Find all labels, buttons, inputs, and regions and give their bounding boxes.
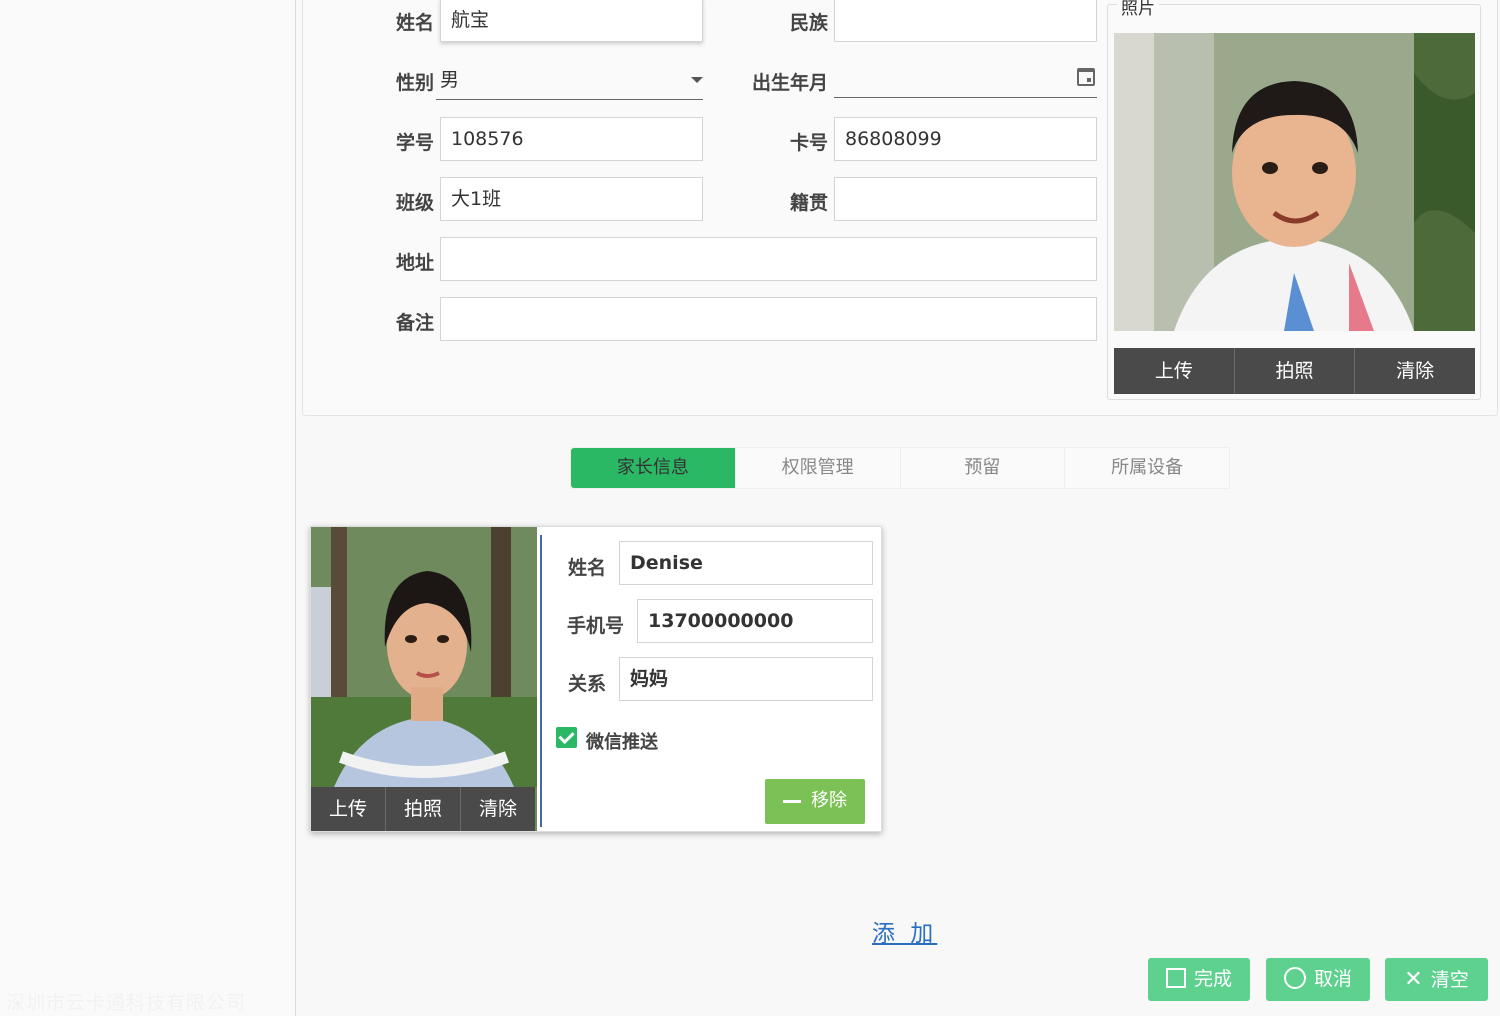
address-input[interactable] [440,237,1097,281]
birth-date-picker[interactable] [834,58,1097,98]
student-no-input[interactable]: 108576 [440,117,703,161]
parent-photo-button-bar: 上传 拍照 清除 [311,787,535,831]
parent-phone-input[interactable]: 13700000000 [637,599,873,643]
ethnicity-label: 民族 [789,12,828,34]
class-label: 班级 [395,192,434,214]
done-button[interactable]: 完成 [1148,958,1250,1001]
cancel-label: 取消 [1313,968,1352,990]
card-no-label: 卡号 [789,132,828,154]
parent-take-photo-button[interactable]: 拍照 [386,787,461,831]
tab-parent-info[interactable]: 家长信息 [571,448,736,488]
remark-label: 备注 [395,312,434,334]
remove-label: 移除 [811,790,847,811]
parent-upload-button[interactable]: 上传 [311,787,386,831]
add-parent-link[interactable]: 添 加 [872,914,937,948]
student-photo [1114,33,1475,331]
photo-legend: 照片 [1117,0,1159,19]
cancel-button[interactable]: 取消 [1266,958,1370,1001]
parent-name-label: 姓名 [567,557,606,579]
watermark: 深圳市云卡通科技有限公司 [6,992,247,1014]
class-input[interactable]: 大1班 [440,177,703,221]
remove-parent-button[interactable]: 移除 [765,779,865,824]
clear-label: 清空 [1430,969,1469,991]
done-label: 完成 [1193,968,1232,990]
upload-photo-button[interactable]: 上传 [1114,348,1235,394]
card-no-input[interactable]: 86808099 [834,117,1097,161]
clear-button[interactable]: ✕ 清空 [1385,958,1488,1001]
ethnicity-input[interactable] [834,0,1097,42]
parent-photo [311,527,537,831]
tab-devices[interactable]: 所属设备 [1065,448,1229,488]
clear-photo-button[interactable]: 清除 [1355,348,1475,394]
parent-name-input[interactable]: Denise [619,541,873,585]
calendar-icon[interactable] [1077,68,1095,86]
tab-bar: 家长信息 权限管理 预留 所属设备 [570,447,1230,489]
tab-reserved[interactable]: 预留 [900,448,1066,488]
minus-icon [783,799,801,803]
wechat-push-label: 微信推送 [586,732,658,753]
address-label: 地址 [395,252,434,274]
parent-clear-photo-button[interactable]: 清除 [461,787,535,831]
take-photo-button[interactable]: 拍照 [1235,348,1356,394]
remark-input[interactable] [440,297,1097,341]
gender-label: 性别 [395,72,434,94]
left-panel [0,0,296,1016]
photo-button-bar: 上传 拍照 清除 [1114,348,1475,394]
name-label: 姓名 [395,12,434,34]
birth-label: 出生年月 [751,72,828,94]
gender-value: 男 [440,69,460,91]
student-no-label: 学号 [395,132,434,154]
name-input[interactable]: 航宝 [440,0,703,42]
parent-relation-input[interactable]: 妈妈 [619,657,873,701]
tab-permissions[interactable]: 权限管理 [735,448,901,488]
parent-relation-label: 关系 [567,673,606,695]
parent-phone-label: 手机号 [566,615,624,637]
divider [540,535,542,827]
checkbox-icon [1165,968,1186,988]
ban-icon [1283,967,1306,989]
close-icon: ✕ [1404,967,1423,992]
native-label: 籍贯 [789,192,828,214]
native-place-input[interactable] [834,177,1097,221]
wechat-push-checkbox[interactable] [556,727,577,748]
chevron-down-icon [691,77,703,83]
gender-select[interactable]: 男 [436,60,703,100]
